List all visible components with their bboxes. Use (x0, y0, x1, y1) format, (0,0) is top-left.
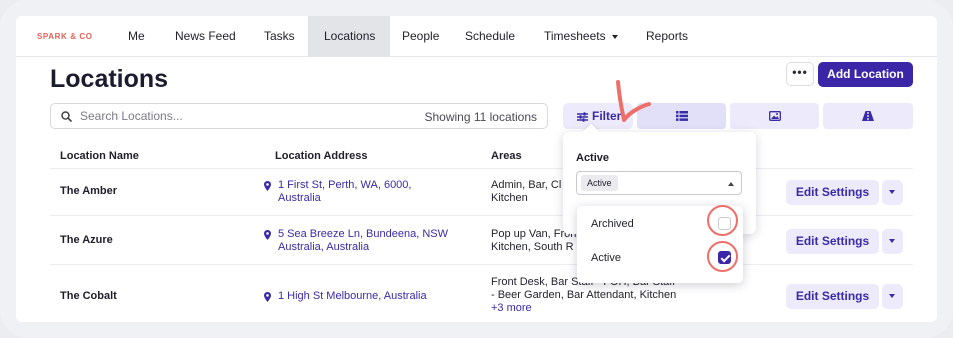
nav-item-locations[interactable]: Locations (308, 16, 390, 57)
option-label: Active (591, 252, 621, 264)
nav-item-timesheets-label: Timesheets (544, 29, 606, 43)
row-divider (50, 168, 913, 169)
brand-logo[interactable]: SPARK & CO (37, 32, 93, 41)
column-header-address[interactable]: Location Address (275, 150, 368, 162)
page-title: Locations (50, 65, 169, 93)
road-icon (862, 111, 874, 121)
location-name[interactable]: The Amber (60, 185, 117, 197)
edit-settings-button[interactable]: Edit Settings (786, 284, 879, 309)
list-view-icon (675, 111, 688, 121)
highlight-circle (707, 205, 738, 236)
top-nav: SPARK & CO Me News Feed Tasks Locations … (16, 16, 937, 57)
location-name[interactable]: The Cobalt (60, 290, 117, 302)
checkmark-annotation-icon (616, 80, 651, 122)
areas-more-link[interactable]: +3 more (491, 302, 676, 315)
edit-settings-button[interactable]: Edit Settings (786, 229, 879, 254)
nav-item-people[interactable]: People (386, 16, 455, 57)
address-line-1: 1 First St, Perth, WA, 6000, (278, 179, 412, 191)
add-location-button[interactable]: Add Location (818, 62, 913, 87)
search-icon (61, 111, 72, 122)
address-line-2: Australia, Australia (278, 241, 370, 253)
edit-settings-button[interactable]: Edit Settings (786, 180, 879, 205)
edit-settings-dropdown[interactable] (882, 229, 903, 254)
highlight-circle (707, 241, 738, 272)
edit-settings-dropdown[interactable] (882, 180, 903, 205)
more-options-button[interactable]: ••• (786, 62, 814, 86)
areas-line-2: - Beer Garden, Bar Attendant, Kitchen (491, 289, 677, 301)
map-pin-icon (264, 230, 271, 240)
chevron-down-icon (611, 34, 618, 39)
location-address[interactable]: 1 First St, Perth, WA, 6000, Australia (264, 179, 412, 205)
nav-item-me[interactable]: Me (112, 16, 161, 57)
row-divider (50, 215, 913, 216)
address-line-2: Australia (278, 192, 321, 204)
location-name[interactable]: The Azure (60, 234, 113, 246)
location-address[interactable]: 5 Sea Breeze Ln, Bundeena, NSW Australia… (264, 228, 448, 254)
option-label: Archived (591, 218, 634, 230)
map-pin-icon (264, 292, 271, 302)
search-box: Showing 11 locations (50, 103, 548, 129)
address-line-1: 1 High St Melbourne, Australia (278, 290, 427, 302)
nav-item-reports[interactable]: Reports (630, 16, 704, 57)
location-areas: Admin, Bar, Cl Kitchen (491, 179, 561, 205)
selected-chip[interactable]: Active (581, 175, 618, 191)
areas-line-2: Kitchen (491, 192, 528, 204)
sliders-icon (577, 112, 588, 122)
map-pin-icon (264, 181, 271, 191)
image-view-button[interactable] (730, 103, 819, 129)
search-input[interactable] (80, 104, 380, 128)
nav-item-news-feed[interactable]: News Feed (159, 16, 252, 57)
address-line-1: 5 Sea Breeze Ln, Bundeena, NSW (278, 228, 448, 240)
nav-item-tasks[interactable]: Tasks (248, 16, 311, 57)
edit-settings-dropdown[interactable] (882, 284, 903, 309)
status-select[interactable]: Active (576, 171, 742, 195)
location-count: Showing 11 locations (424, 110, 537, 124)
image-view-icon (768, 111, 781, 121)
areas-line-1: Admin, Bar, Cl (491, 179, 562, 191)
location-address[interactable]: 1 High St Melbourne, Australia (264, 290, 427, 303)
nav-item-schedule[interactable]: Schedule (449, 16, 531, 57)
status-filter-label: Active (576, 152, 610, 164)
map-view-button[interactable] (823, 103, 913, 129)
column-header-name[interactable]: Location Name (60, 150, 139, 162)
chevron-up-icon (728, 182, 734, 186)
nav-item-timesheets[interactable]: Timesheets (528, 16, 634, 57)
areas-line-2: Kitchen, South R (491, 241, 574, 253)
app-window: SPARK & CO Me News Feed Tasks Locations … (16, 16, 937, 322)
row-divider (50, 264, 913, 265)
column-header-areas[interactable]: Areas (491, 150, 522, 162)
